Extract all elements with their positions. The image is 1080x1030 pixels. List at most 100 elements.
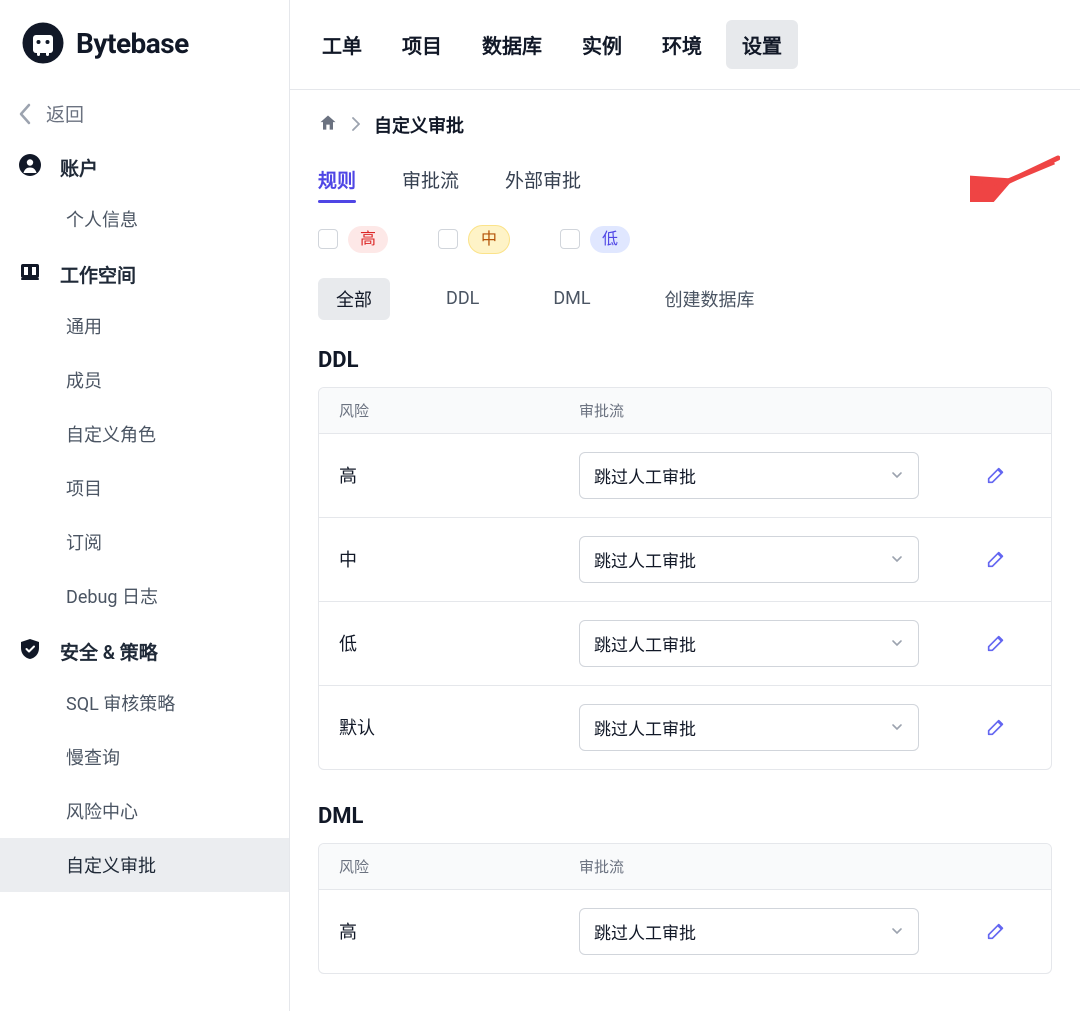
- type-filter-chip[interactable]: 创建数据库: [647, 278, 773, 320]
- risk-filter-low[interactable]: 低: [560, 226, 630, 253]
- risk-filter-high[interactable]: 高: [318, 226, 388, 253]
- approval-flow-select[interactable]: 跳过人工审批: [579, 536, 919, 583]
- checkbox[interactable]: [560, 229, 580, 249]
- sidebar-item[interactable]: 个人信息: [0, 192, 289, 246]
- col-flow: 审批流: [579, 400, 961, 421]
- type-filter-chip[interactable]: DDL: [428, 280, 497, 317]
- select-value: 跳过人工审批: [594, 463, 696, 488]
- approval-flow-select[interactable]: 跳过人工审批: [579, 704, 919, 751]
- sidebar-item[interactable]: 成员: [0, 353, 289, 407]
- rule-row: 高跳过人工审批: [319, 434, 1051, 518]
- approval-flow-select[interactable]: 跳过人工审批: [579, 908, 919, 955]
- brand-name: Bytebase: [76, 27, 189, 60]
- edit-icon: [985, 632, 1007, 654]
- sidebar-nav: 返回 账户个人信息工作空间通用成员自定义角色项目订阅Debug 日志安全 & 策…: [0, 88, 289, 892]
- rule-table: 风险审批流高跳过人工审批: [318, 843, 1052, 974]
- checkbox[interactable]: [438, 229, 458, 249]
- content-tab[interactable]: 规则: [318, 166, 356, 203]
- approval-flow-select[interactable]: 跳过人工审批: [579, 452, 919, 499]
- sidebar-section-header: 工作空间: [0, 246, 289, 299]
- topnav-item[interactable]: 工单: [306, 20, 378, 69]
- col-risk: 风险: [339, 856, 579, 877]
- rule-table: 风险审批流高跳过人工审批中跳过人工审批低跳过人工审批默认跳过人工审批: [318, 387, 1052, 770]
- sidebar-section-header: 账户: [0, 139, 289, 192]
- select-value: 跳过人工审批: [594, 715, 696, 740]
- sidebar-item[interactable]: 通用: [0, 299, 289, 353]
- section-title: 账户: [60, 154, 98, 181]
- edit-icon: [985, 716, 1007, 738]
- risk-label: 高: [339, 462, 579, 488]
- rule-row: 低跳过人工审批: [319, 602, 1051, 686]
- home-icon[interactable]: [318, 113, 338, 138]
- back-label: 返回: [46, 100, 84, 127]
- topnav-item[interactable]: 数据库: [466, 20, 558, 69]
- user-circle-icon: [18, 153, 42, 182]
- chevron-down-icon: [890, 924, 904, 938]
- main-area: 工单项目数据库实例环境设置: [290, 0, 1080, 1011]
- workspace-icon: [18, 260, 42, 289]
- breadcrumb-current: 自定义审批: [374, 112, 464, 138]
- rule-section-title: DML: [318, 804, 1052, 829]
- select-value: 跳过人工审批: [594, 547, 696, 572]
- risk-label: 高: [339, 918, 579, 944]
- sidebar-item[interactable]: 订阅: [0, 515, 289, 569]
- sidebar: Bytebase 返回 账户个人信息工作空间通用成员自定义角色项目订阅Debug…: [0, 0, 290, 1011]
- pill-low: 低: [590, 226, 630, 253]
- section-title: 安全 & 策略: [60, 638, 158, 665]
- edit-button[interactable]: [982, 713, 1010, 741]
- risk-filter-mid[interactable]: 中: [438, 225, 510, 254]
- select-value: 跳过人工审批: [594, 919, 696, 944]
- content-tabs: 规则 审批流 外部审批: [318, 166, 1052, 203]
- sidebar-item[interactable]: SQL 审核策略: [0, 676, 289, 730]
- rule-section-title: DDL: [318, 348, 1052, 373]
- rule-row: 高跳过人工审批: [319, 890, 1051, 973]
- back-button[interactable]: 返回: [0, 88, 289, 139]
- shield-icon: [18, 637, 42, 666]
- sidebar-item[interactable]: 项目: [0, 461, 289, 515]
- edit-icon: [985, 920, 1007, 942]
- brand-logo[interactable]: Bytebase: [0, 8, 289, 88]
- sidebar-section-header: 安全 & 策略: [0, 623, 289, 676]
- sidebar-item[interactable]: Debug 日志: [0, 569, 289, 623]
- content-tab[interactable]: 外部审批: [505, 166, 581, 203]
- content-tab[interactable]: 审批流: [402, 166, 459, 203]
- brand-mark-icon: [22, 22, 64, 64]
- topnav-item[interactable]: 实例: [566, 20, 638, 69]
- section-title: 工作空间: [60, 261, 136, 288]
- select-value: 跳过人工审批: [594, 631, 696, 656]
- edit-icon: [985, 548, 1007, 570]
- sidebar-item[interactable]: 自定义审批: [0, 838, 289, 892]
- risk-label: 默认: [339, 714, 579, 740]
- sidebar-item[interactable]: 自定义角色: [0, 407, 289, 461]
- type-filter-chip[interactable]: DML: [535, 280, 608, 317]
- risk-filter-row: 高 中 低: [318, 225, 1052, 254]
- col-risk: 风险: [339, 400, 579, 421]
- edit-button[interactable]: [982, 545, 1010, 573]
- edit-button[interactable]: [982, 629, 1010, 657]
- edit-icon: [985, 464, 1007, 486]
- breadcrumb: 自定义审批: [318, 112, 1052, 138]
- checkbox[interactable]: [318, 229, 338, 249]
- type-filter-chip[interactable]: 全部: [318, 278, 390, 320]
- chevron-left-icon: [18, 103, 32, 125]
- topnav-item[interactable]: 项目: [386, 20, 458, 69]
- topnav-item[interactable]: 设置: [726, 20, 798, 69]
- approval-flow-select[interactable]: 跳过人工审批: [579, 620, 919, 667]
- sidebar-item[interactable]: 风险中心: [0, 784, 289, 838]
- top-nav: 工单项目数据库实例环境设置: [290, 0, 1080, 90]
- sidebar-item[interactable]: 慢查询: [0, 730, 289, 784]
- pill-mid: 中: [468, 225, 510, 254]
- chevron-down-icon: [890, 636, 904, 650]
- page-content: 自定义审批 规则审批流外部审批 高 中 低 全部DDLDML创建数据库 DDL风: [290, 90, 1080, 1030]
- risk-label: 中: [339, 546, 579, 572]
- rule-row: 中跳过人工审批: [319, 518, 1051, 602]
- edit-button[interactable]: [982, 461, 1010, 489]
- chevron-down-icon: [890, 468, 904, 482]
- topnav-item[interactable]: 环境: [646, 20, 718, 69]
- risk-label: 低: [339, 630, 579, 656]
- chevron-down-icon: [890, 552, 904, 566]
- chevron-right-icon: [352, 115, 360, 136]
- type-filter-row: 全部 DDL DML 创建数据库: [318, 278, 1052, 320]
- pill-high: 高: [348, 226, 388, 253]
- edit-button[interactable]: [982, 917, 1010, 945]
